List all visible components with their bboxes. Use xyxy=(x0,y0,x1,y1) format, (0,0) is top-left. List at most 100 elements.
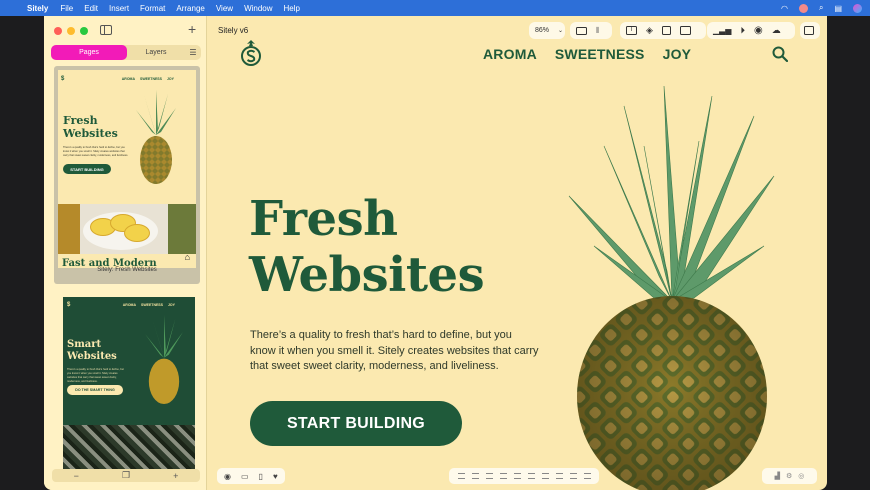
thumbnail-nav-item: SWEETNESS xyxy=(141,303,163,307)
thumbnail-nav: AROMA SWEETNESS JOY xyxy=(122,77,174,81)
thumbnail-cta: START BUILDING xyxy=(63,164,111,174)
text-box-icon[interactable]: T xyxy=(626,26,637,35)
desktop-preview-icon[interactable]: ▭ xyxy=(241,472,249,481)
list-options-icon[interactable]: ☰ xyxy=(185,45,201,60)
align-center-icon[interactable] xyxy=(471,473,479,479)
image-icon[interactable] xyxy=(679,26,691,35)
user-avatar-icon[interactable] xyxy=(798,3,808,13)
control-center-icon[interactable]: ▤ xyxy=(834,4,842,13)
sidebar-toggle-icon[interactable] xyxy=(100,25,112,35)
thumbnail-cta: DO THE SMART THING xyxy=(67,385,123,395)
window-controls xyxy=(54,27,88,35)
duplicate-page-icon[interactable]: ❐ xyxy=(122,470,130,481)
favorite-heart-icon[interactable]: ♥ xyxy=(273,472,278,481)
menu-view[interactable]: View xyxy=(216,4,233,13)
siri-icon[interactable] xyxy=(853,3,862,13)
hero-body-text[interactable]: There’s a quality to fresh that’s hard t… xyxy=(250,328,540,375)
menu-insert[interactable]: Insert xyxy=(109,4,129,13)
menu-bar: Sitely File Edit Insert Format Arrange V… xyxy=(0,0,870,16)
distribute-horizontal-icon[interactable] xyxy=(541,473,549,479)
columns-icon[interactable]: ⦀ xyxy=(596,26,600,36)
tab-pages[interactable]: Pages xyxy=(51,45,127,60)
match-size-icon[interactable] xyxy=(569,473,577,479)
hero-pineapple-image[interactable] xyxy=(564,86,779,490)
zoom-control[interactable]: 86% ⌄ xyxy=(529,22,565,39)
nav-item-joy[interactable]: JOY xyxy=(663,46,692,62)
menu-edit[interactable]: Edit xyxy=(84,4,98,13)
menu-format[interactable]: Format xyxy=(140,4,165,13)
close-window-button[interactable] xyxy=(54,27,62,35)
visibility-eye-icon[interactable]: ◉ xyxy=(224,472,231,481)
desktop-icon[interactable] xyxy=(576,26,587,35)
grid-icon[interactable] xyxy=(583,473,591,479)
device-toggle-group: ⦀ xyxy=(570,22,612,39)
settings-icon[interactable]: ⚙ xyxy=(786,472,792,480)
preview-eye-icon[interactable]: ◉ xyxy=(754,25,763,36)
insert-tools-group: T ◈ xyxy=(620,22,706,39)
inspector-toggle[interactable] xyxy=(800,22,820,39)
nav-item-aroma[interactable]: AROMA xyxy=(483,46,537,62)
thumbnail-preview: $ AROMA SWEETNESS JOY Fresh Websites The… xyxy=(58,70,196,268)
menu-window[interactable]: Window xyxy=(244,4,272,13)
info-icon[interactable]: ◎ xyxy=(798,472,804,480)
add-page-bottom-button[interactable]: + xyxy=(173,471,178,481)
wifi-icon[interactable]: ◠ xyxy=(781,4,788,13)
thumbnail-title-line: Smart xyxy=(67,339,102,350)
hero-title[interactable]: Fresh Websites xyxy=(249,191,485,303)
publish-cloud-icon[interactable]: ☁ xyxy=(772,25,781,36)
hero-title-line: Fresh xyxy=(249,191,398,247)
inspector-panel-icon xyxy=(804,26,814,35)
apple-icon[interactable] xyxy=(8,4,17,13)
pages-sidebar: + Pages Layers ☰ $ AROMA SWEETNESS JOY F… xyxy=(44,16,207,490)
site-nav: AROMA SWEETNESS JOY xyxy=(483,46,691,62)
thumbnail-nav-item: AROMA xyxy=(122,303,136,307)
align-bottom-icon[interactable] xyxy=(527,473,535,479)
thumbnail-pineapple-image xyxy=(145,315,183,405)
menubar-status-icons: ◠ ⌕ ▤ xyxy=(781,3,862,13)
site-search-icon[interactable] xyxy=(772,46,788,62)
menu-app-name[interactable]: Sitely xyxy=(27,4,48,13)
mobile-preview-icon[interactable]: ▯ xyxy=(259,472,263,481)
menu-help[interactable]: Help xyxy=(284,4,300,13)
align-top-icon[interactable] xyxy=(499,473,507,479)
align-right-icon[interactable] xyxy=(485,473,493,479)
tab-layers[interactable]: Layers xyxy=(127,45,185,60)
thumbnail-title-line: Websites xyxy=(67,351,117,362)
chart-icon[interactable]: ▟ xyxy=(775,472,780,480)
menu-arrange[interactable]: Arrange xyxy=(176,4,204,13)
thumbnail-nav: AROMA SWEETNESS JOY xyxy=(123,303,175,307)
nav-item-sweetness[interactable]: SWEETNESS xyxy=(555,46,645,62)
search-icon[interactable]: ⌕ xyxy=(819,3,823,13)
thumbnail-title: Fresh Websites xyxy=(63,114,118,140)
site-logo-icon[interactable] xyxy=(240,40,262,66)
zoom-value: 86% xyxy=(535,27,550,34)
page-thumbnail-fresh-websites[interactable]: $ AROMA SWEETNESS JOY Fresh Websites The… xyxy=(54,66,200,284)
page-thumbnail-smart-websites[interactable]: $ AROMA SWEETNESS JOY Smart Websites The… xyxy=(63,297,195,469)
alignment-toolbar xyxy=(449,468,599,484)
menu-file[interactable]: File xyxy=(60,4,73,13)
thumbnail-logo-icon: $ xyxy=(61,76,65,82)
hero-title-line: Websites xyxy=(249,247,485,303)
start-building-button[interactable]: START BUILDING xyxy=(250,401,462,446)
thumbnail-title-line: Fresh xyxy=(63,114,98,127)
play-icon[interactable]: ⏵ xyxy=(740,25,745,36)
zoom-window-button[interactable] xyxy=(80,27,88,35)
remove-page-button[interactable]: − xyxy=(74,471,79,481)
add-page-button[interactable]: + xyxy=(188,21,196,37)
layers-icon[interactable]: ◈ xyxy=(646,25,653,36)
thumbnail-nav-item: AROMA xyxy=(121,77,135,81)
thumbnail-pineapple-slices-image xyxy=(58,204,196,254)
thumbnail-body-text: There’s a quality to fresh that’s hard t… xyxy=(63,146,129,157)
thumbnail-pineapple-texture-image xyxy=(63,425,195,469)
canvas-bottom-right-tools: ▟ ⚙ ◎ xyxy=(762,468,817,484)
crop-icon[interactable] xyxy=(661,26,671,35)
stats-icon[interactable]: ▁▃▅ xyxy=(713,26,731,35)
thumbnail-nav-item: JOY xyxy=(167,303,175,307)
document-title: Sitely v6 xyxy=(218,26,249,35)
sidebar-segmented-control: Pages Layers ☰ xyxy=(51,45,201,60)
minimize-window-button[interactable] xyxy=(67,27,75,35)
align-middle-icon[interactable] xyxy=(513,473,521,479)
align-left-icon[interactable] xyxy=(457,473,465,479)
distribute-vertical-icon[interactable] xyxy=(555,473,563,479)
thumbnail-body-text: There’s a quality to fresh that’s hard t… xyxy=(67,368,124,383)
